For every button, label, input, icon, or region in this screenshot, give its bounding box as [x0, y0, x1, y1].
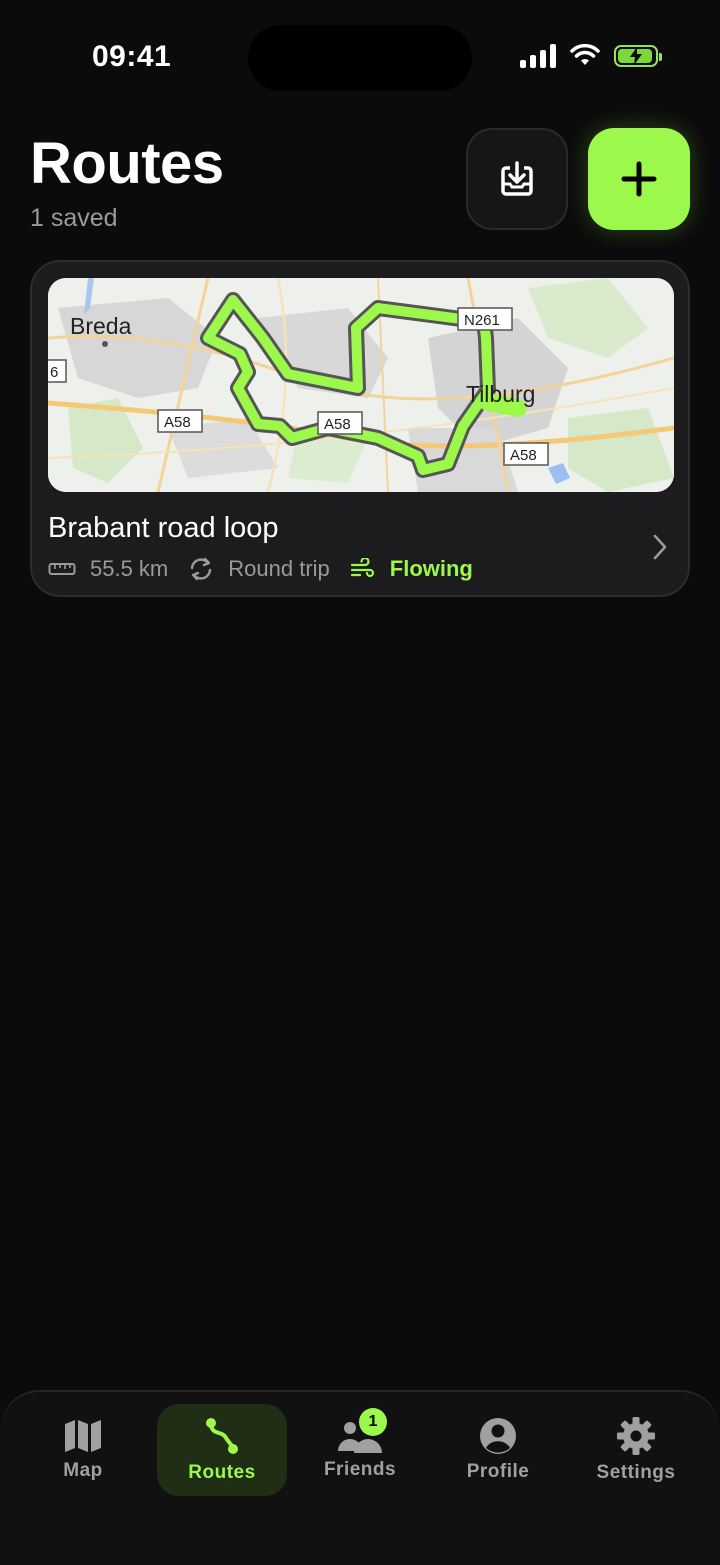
map-label-n261: N261 [464, 312, 500, 329]
add-route-button[interactable] [588, 128, 690, 230]
map-icon [65, 1420, 101, 1452]
dynamic-island [248, 25, 472, 91]
round-trip-icon [191, 557, 212, 581]
tab-friends[interactable]: Friends 1 [295, 1404, 425, 1496]
tab-settings[interactable]: Settings [571, 1404, 701, 1496]
tab-bar: Map Routes Friends 1 Profile Settings [0, 1390, 720, 1565]
route-character: Flowing [389, 556, 473, 581]
route-distance: 55.5 km [90, 556, 169, 581]
map-label-tilburg: Tilburg [466, 381, 535, 407]
meta-character: Flowing [350, 556, 473, 582]
chevron-right-icon [653, 534, 667, 560]
plus-icon [621, 161, 657, 197]
cellular-signal-icon [520, 44, 556, 68]
gear-icon [617, 1417, 655, 1455]
download-tray-icon [501, 161, 533, 196]
map-label-a58-center: A58 [324, 416, 351, 433]
map-label-road-6: 6 [50, 364, 58, 381]
route-icon [206, 1418, 238, 1454]
map-label-a58-east: A58 [510, 447, 537, 464]
tab-routes[interactable]: Routes [157, 1404, 287, 1496]
meta-distance: 55.5 km [48, 556, 168, 582]
route-meta: 55.5 km Round trip Flowing [48, 556, 493, 582]
map-label-a58-west: A58 [164, 414, 191, 431]
saved-count: 1 saved [30, 204, 118, 232]
page-title: Routes [30, 131, 224, 196]
tab-map[interactable]: Map [18, 1404, 148, 1496]
route-type: Round trip [228, 556, 330, 581]
route-name: Brabant road loop [48, 512, 279, 544]
map-label-breda: Breda [70, 313, 132, 339]
ruler-icon [48, 563, 76, 575]
friends-badge: 1 [359, 1408, 387, 1436]
wifi-icon [570, 44, 600, 65]
route-card[interactable]: Breda Tilburg A58 A58 A58 N261 6 Brabant… [30, 260, 690, 597]
status-icons [520, 44, 662, 68]
tab-profile[interactable]: Profile [433, 1404, 563, 1496]
route-map-thumbnail: Breda Tilburg A58 A58 A58 N261 6 [48, 278, 674, 492]
battery-charging-icon [614, 45, 662, 67]
status-time: 09:41 [92, 40, 172, 73]
wind-icon [350, 558, 374, 578]
meta-trip-type: Round trip [188, 556, 330, 582]
profile-icon [480, 1418, 516, 1454]
import-route-button[interactable] [466, 128, 568, 230]
